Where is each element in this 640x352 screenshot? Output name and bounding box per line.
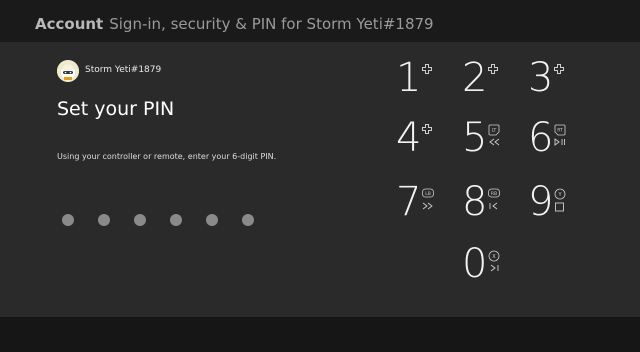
gamertag: Storm Yeti#1879 <box>85 65 162 75</box>
y-button-icon: Y <box>554 188 566 200</box>
play-pause-icon <box>554 138 565 146</box>
pin-dot <box>98 214 110 226</box>
key-digit: 2 <box>462 55 488 101</box>
keypad-key-6[interactable]: 6 RT <box>528 118 588 168</box>
keypad-key-9[interactable]: 9 Y <box>528 182 588 232</box>
keypad-key-8[interactable]: 8 RB <box>462 182 522 232</box>
key-digit: 1 <box>396 55 422 101</box>
dpad-icon <box>554 64 564 74</box>
key-digit: 7 <box>396 179 422 225</box>
keypad-key-7[interactable]: 7 LB <box>396 182 456 232</box>
key-digit: 6 <box>528 115 554 161</box>
stop-icon <box>555 202 564 212</box>
keypad-key-3[interactable]: 3 <box>528 58 588 108</box>
key-digit: 9 <box>528 179 554 225</box>
key-digit: 8 <box>462 179 488 225</box>
header-bar: Account Sign-in, security & PIN for Storm… <box>0 0 640 42</box>
pin-dot <box>62 214 74 226</box>
pin-instruction: Using your controller or remote, enter y… <box>57 152 277 161</box>
right-bumper-icon: RB <box>488 188 500 198</box>
key-digit: 3 <box>528 55 554 101</box>
right-trigger-icon: RT <box>554 124 566 136</box>
pin-heading: Set your PIN <box>57 98 175 120</box>
skip-forward-icon <box>490 264 499 272</box>
section-label: Account <box>35 15 104 33</box>
pin-dot <box>206 214 218 226</box>
dpad-icon <box>422 64 432 74</box>
yeti-avatar-icon <box>57 60 79 82</box>
hint-label: X <box>492 254 496 260</box>
keypad-key-2[interactable]: 2 <box>462 58 522 108</box>
hint-label: LB <box>425 191 431 197</box>
page-subtitle: Sign-in, security & PIN for Storm Yeti#1… <box>109 15 434 33</box>
hint-label: LT <box>492 128 497 134</box>
left-bumper-icon: LB <box>422 188 434 198</box>
hint-label: RB <box>491 191 497 197</box>
pin-dot <box>134 214 146 226</box>
pin-dot <box>242 214 254 226</box>
key-digit: 0 <box>462 241 488 287</box>
rewind-icon <box>489 138 500 146</box>
pin-dot <box>170 214 182 226</box>
key-digit: 5 <box>462 115 488 161</box>
page-title: Account Sign-in, security & PIN for Storm… <box>35 15 434 33</box>
dpad-icon <box>422 124 432 134</box>
keypad-key-1[interactable]: 1 <box>396 58 456 108</box>
x-button-icon: X <box>488 250 500 262</box>
fast-forward-icon <box>422 202 433 210</box>
hint-label: Y <box>557 192 562 198</box>
footer-bar <box>0 317 640 352</box>
dpad-icon <box>488 64 498 74</box>
keypad-key-5[interactable]: 5 LT <box>462 118 522 168</box>
skip-back-icon <box>489 202 498 210</box>
keypad-key-4[interactable]: 4 <box>396 118 456 168</box>
keypad-key-0[interactable]: 0 X <box>462 244 522 294</box>
left-trigger-icon: LT <box>488 124 500 136</box>
avatar <box>57 60 79 82</box>
key-digit: 4 <box>396 115 422 161</box>
hint-label: RT <box>557 128 563 134</box>
